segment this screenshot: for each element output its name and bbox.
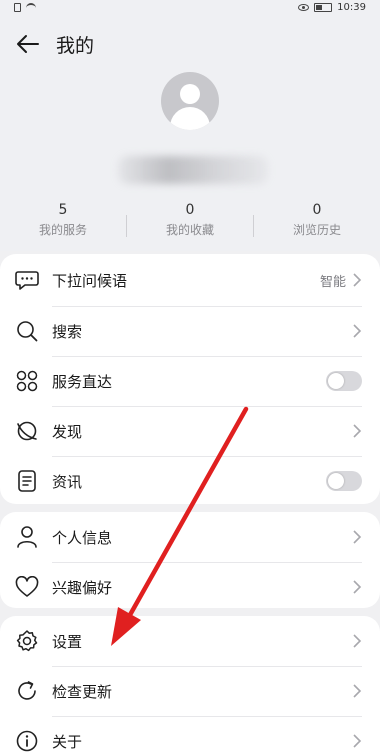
grid-icon <box>14 368 40 394</box>
battery-icon <box>314 2 333 12</box>
refresh-icon <box>14 678 40 704</box>
info-icon <box>14 728 40 754</box>
stat-value: 0 <box>312 202 322 218</box>
settings-card-personal: 个人信息 兴趣偏好 <box>0 512 380 608</box>
status-bar: 10:39 <box>0 0 380 14</box>
menu-item-label: 服务直达 <box>52 372 113 391</box>
profile-header: 我的 5 我的服务 0 我的收藏 0 浏览历史 <box>0 14 380 251</box>
status-right: 10:39 <box>298 2 366 13</box>
chat-bubble-icon <box>14 267 40 293</box>
menu-item-label: 发现 <box>52 422 83 441</box>
menu-item-interests[interactable]: 兴趣偏好 <box>0 562 380 612</box>
menu-item-label: 个人信息 <box>52 528 113 547</box>
sim-icon <box>14 2 21 12</box>
gear-icon <box>14 628 40 654</box>
stat-my-favorites[interactable]: 0 我的收藏 <box>127 202 253 238</box>
chevron-right-icon <box>353 273 362 287</box>
menu-item-label: 下拉问候语 <box>52 271 128 290</box>
chevron-right-icon <box>353 634 362 648</box>
back-button[interactable] <box>14 30 42 58</box>
menu-item-news[interactable]: 资讯 <box>0 456 380 506</box>
menu-item-label: 兴趣偏好 <box>52 578 113 597</box>
stat-browse-history[interactable]: 0 浏览历史 <box>254 202 380 238</box>
top-bar: 我的 <box>0 14 380 74</box>
menu-item-greeting[interactable]: 下拉问候语 智能 <box>0 254 380 306</box>
settings-card-system: 设置 检查更新 关于 <box>0 616 380 756</box>
planet-icon <box>14 418 40 444</box>
avatar[interactable] <box>161 72 219 130</box>
username-blurred <box>118 156 268 184</box>
stat-label: 我的服务 <box>38 223 87 237</box>
search-icon <box>14 318 40 344</box>
chevron-right-icon <box>353 324 362 338</box>
menu-item-label: 资讯 <box>52 472 83 491</box>
menu-item-service-direct[interactable]: 服务直达 <box>0 356 380 406</box>
menu-item-label: 关于 <box>52 732 83 751</box>
chevron-right-icon <box>353 580 362 594</box>
news-toggle[interactable] <box>326 471 362 491</box>
status-left <box>14 2 36 12</box>
menu-item-settings[interactable]: 设置 <box>0 616 380 666</box>
menu-item-personal-info[interactable]: 个人信息 <box>0 512 380 562</box>
stat-value: 5 <box>58 202 68 218</box>
stat-value: 0 <box>185 202 195 218</box>
chevron-right-icon <box>353 530 362 544</box>
stats-row: 5 我的服务 0 我的收藏 0 浏览历史 <box>0 202 380 238</box>
person-icon <box>14 524 40 550</box>
menu-item-label: 搜索 <box>52 322 83 341</box>
chevron-right-icon <box>353 684 362 698</box>
page-title: 我的 <box>56 34 95 57</box>
chevron-right-icon <box>353 424 362 438</box>
eye-comfort-icon <box>298 3 310 11</box>
menu-item-discover[interactable]: 发现 <box>0 406 380 456</box>
menu-item-value: 智能 <box>319 274 346 290</box>
stat-my-services[interactable]: 5 我的服务 <box>0 202 126 238</box>
wifi-icon <box>26 3 36 11</box>
menu-item-search[interactable]: 搜索 <box>0 306 380 356</box>
stat-label: 浏览历史 <box>292 223 341 237</box>
stat-label: 我的收藏 <box>165 223 214 237</box>
service-direct-toggle[interactable] <box>326 371 362 391</box>
heart-icon <box>14 574 40 600</box>
chevron-right-icon <box>353 734 362 748</box>
menu-item-label: 设置 <box>52 632 83 651</box>
back-arrow-icon <box>17 35 39 53</box>
document-icon <box>14 468 40 494</box>
menu-item-label: 检查更新 <box>52 682 113 701</box>
settings-card-general: 下拉问候语 智能 搜索 服务直达 发现 资讯 <box>0 254 380 504</box>
menu-item-check-update[interactable]: 检查更新 <box>0 666 380 716</box>
status-time: 10:39 <box>337 1 366 13</box>
menu-item-about[interactable]: 关于 <box>0 716 380 756</box>
